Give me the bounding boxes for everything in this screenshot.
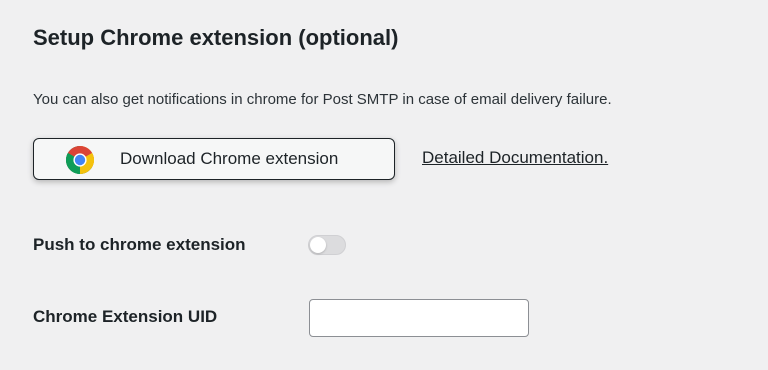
chrome-extension-section: Setup Chrome extension (optional) You ca… (33, 0, 733, 370)
push-to-chrome-toggle[interactable] (308, 235, 346, 255)
download-button-label: Download Chrome extension (120, 149, 339, 168)
chrome-extension-uid-input[interactable] (309, 299, 529, 337)
detailed-documentation-link[interactable]: Detailed Documentation. (422, 148, 608, 168)
section-description: You can also get notifications in chrome… (33, 91, 612, 108)
chrome-logo-icon (65, 145, 95, 175)
chrome-extension-uid-label: Chrome Extension UID (33, 307, 218, 326)
push-to-chrome-label: Push to chrome extension (33, 235, 246, 254)
download-chrome-extension-button[interactable]: Download Chrome extension (33, 138, 395, 180)
toggle-knob (310, 237, 326, 253)
section-title: Setup Chrome extension (optional) (33, 25, 399, 50)
